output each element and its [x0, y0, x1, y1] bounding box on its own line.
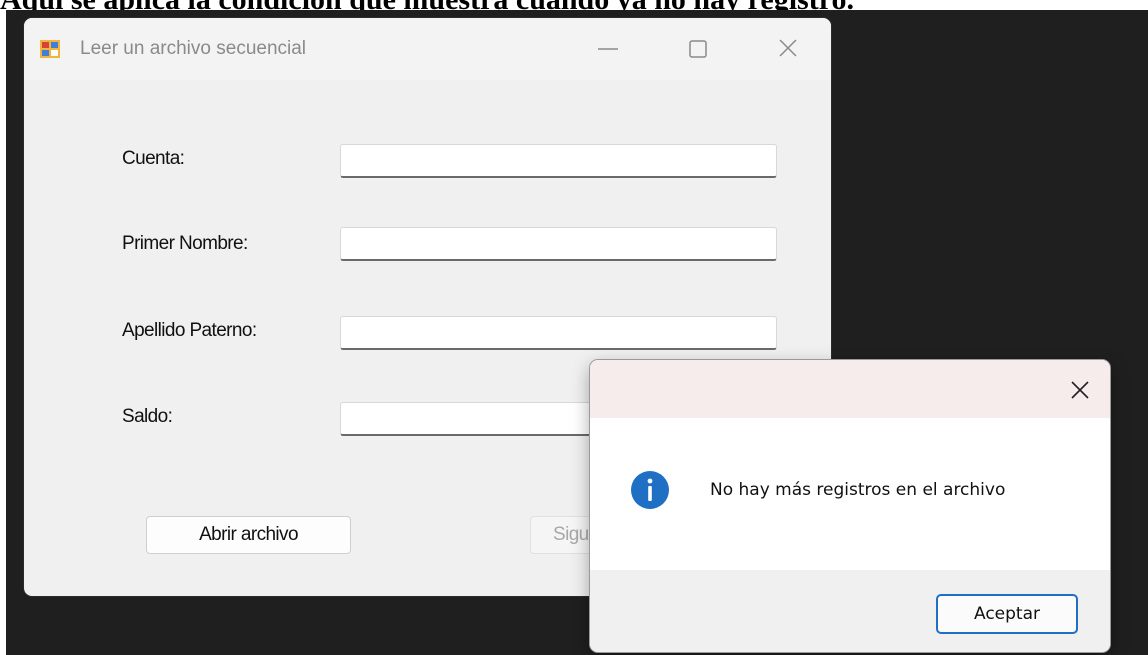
saldo-label: Saldo: — [122, 406, 173, 427]
close-icon[interactable] — [1064, 374, 1096, 406]
cuenta-label: Cuenta: — [122, 148, 185, 169]
apellido-paterno-field[interactable] — [340, 316, 777, 350]
dialog-footer: Aceptar — [590, 570, 1110, 652]
apellido-paterno-label: Apellido Paterno: — [122, 320, 257, 341]
primer-nombre-field[interactable] — [340, 227, 777, 261]
app-form-icon — [40, 40, 60, 58]
accept-button[interactable]: Aceptar — [936, 594, 1078, 634]
window-titlebar[interactable]: Leer un archivo secuencial — [24, 18, 831, 80]
close-icon[interactable] — [772, 34, 804, 64]
dialog-body: No hay más registros en el archivo — [590, 418, 1110, 570]
open-file-button[interactable]: Abrir archivo — [146, 516, 351, 554]
maximize-icon[interactable] — [682, 34, 714, 64]
info-icon — [630, 470, 670, 510]
primer-nombre-label: Primer Nombre: — [122, 233, 248, 254]
dialog-titlebar[interactable] — [590, 360, 1110, 418]
dialog-message: No hay más registros en el archivo — [710, 480, 1006, 500]
message-dialog: No hay más registros en el archivo Acept… — [590, 360, 1110, 652]
window-title: Leer un archivo secuencial — [80, 38, 307, 59]
cuenta-field[interactable] — [340, 144, 777, 178]
minimize-icon[interactable] — [592, 34, 624, 64]
